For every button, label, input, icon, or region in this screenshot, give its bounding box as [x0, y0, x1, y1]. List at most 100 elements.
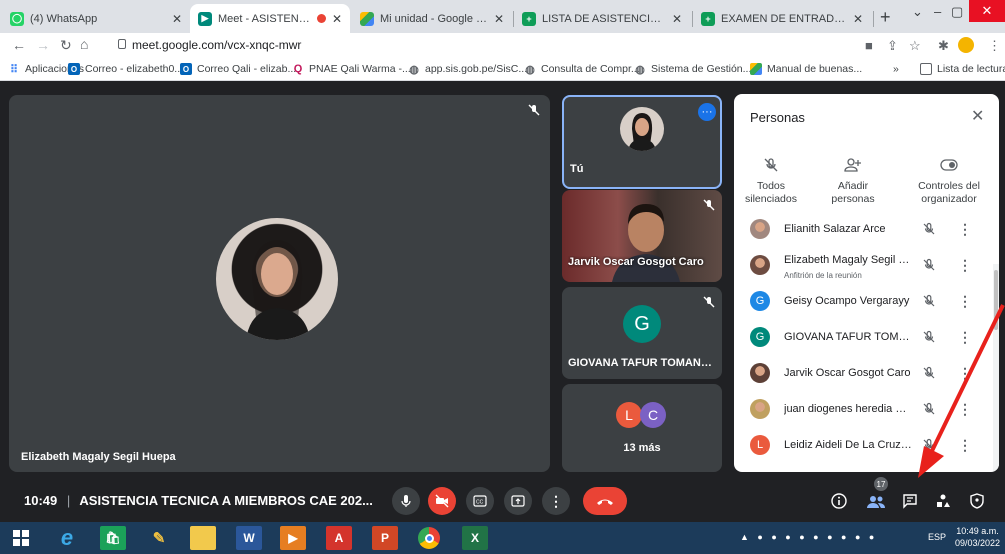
- mic-off-icon[interactable]: [922, 222, 936, 236]
- captions-button[interactable]: CC: [466, 487, 494, 515]
- close-icon[interactable]: ✕: [172, 12, 182, 26]
- tab-whatsapp[interactable]: ◯ (4) WhatsApp ✕: [2, 4, 190, 33]
- minimize-button[interactable]: –: [934, 4, 941, 19]
- maximize-button[interactable]: ▢: [951, 4, 963, 20]
- participant-row[interactable]: Elianith Salazar Arce ⋮: [734, 212, 993, 248]
- participant-row[interactable]: juan diogenes heredia m... ⋮: [734, 392, 993, 428]
- new-tab-button[interactable]: +: [880, 7, 891, 28]
- self-tile-options-button[interactable]: ···: [698, 103, 716, 121]
- system-clock[interactable]: 10:49 a.m. 09/03/2022: [955, 525, 1000, 549]
- bookmarks-bar: ⠿ Aplicaciones O Correo - elizabeth0... …: [0, 59, 1005, 81]
- back-icon[interactable]: ←: [12, 37, 26, 53]
- tab-drive[interactable]: Mi unidad - Google Drive ✕: [352, 4, 512, 33]
- more-options-button[interactable]: ⋮: [542, 487, 570, 515]
- forward-icon[interactable]: →: [36, 37, 50, 53]
- bookmark-star-icon[interactable]: ☆: [909, 38, 921, 54]
- main-video-tile[interactable]: Elizabeth Magaly Segil Huepa: [9, 95, 550, 472]
- more-participants-tile[interactable]: L C 13 más: [562, 384, 722, 472]
- bookmark-sistema[interactable]: ◍ Sistema de Gestión...: [634, 63, 751, 76]
- bookmark-label: Manual de buenas...: [767, 63, 863, 75]
- participant-more-icon[interactable]: ⋮: [958, 329, 972, 346]
- participant-more-icon[interactable]: ⋮: [958, 221, 972, 238]
- reading-list-button[interactable]: Lista de lectura: [920, 63, 1005, 75]
- meeting-details-button[interactable]: [829, 491, 849, 511]
- extensions-icon[interactable]: ✱: [938, 38, 949, 54]
- share-icon[interactable]: ⇪: [887, 38, 898, 54]
- bookmark-correo-1[interactable]: O Correo - elizabeth0...: [68, 63, 183, 75]
- participant-more-icon[interactable]: ⋮: [958, 257, 972, 274]
- bookmark-manual[interactable]: Manual de buenas...: [750, 63, 862, 75]
- profile-avatar[interactable]: [958, 37, 974, 53]
- powerpoint-icon[interactable]: P: [372, 526, 398, 550]
- chat-button[interactable]: [900, 491, 920, 511]
- store-icon[interactable]: 🛍: [100, 526, 126, 550]
- video-tile-jarvik[interactable]: Jarvik Oscar Gosgot Caro: [562, 190, 722, 282]
- more-bookmarks-button[interactable]: »: [893, 63, 899, 75]
- close-icon[interactable]: ✕: [494, 12, 504, 26]
- host-controls-button[interactable]: [967, 491, 987, 511]
- acrobat-icon[interactable]: A: [326, 526, 352, 550]
- reload-icon[interactable]: ↻: [60, 37, 72, 54]
- participant-more-icon[interactable]: ⋮: [958, 293, 972, 310]
- close-icon[interactable]: ✕: [971, 106, 984, 126]
- video-tile-giovana[interactable]: G GIOVANA TAFUR TOMANG...: [562, 287, 722, 379]
- participant-row[interactable]: Elizabeth Magaly Segil Hu... Anfitrión de…: [734, 248, 993, 284]
- activities-icon: [937, 494, 950, 507]
- chrome-icon[interactable]: [418, 527, 440, 549]
- mic-button[interactable]: [392, 487, 420, 515]
- participant-more-icon[interactable]: ⋮: [958, 437, 972, 454]
- host-controls-control[interactable]: Controles del organizador: [904, 154, 994, 206]
- internet-explorer-icon[interactable]: e: [54, 525, 80, 550]
- self-video-tile[interactable]: ··· Tú: [562, 95, 722, 189]
- participant-row[interactable]: L Leidiz Aideli De La Cruz Cl... ⋮: [734, 428, 993, 464]
- mic-off-icon[interactable]: [922, 366, 936, 380]
- url-field[interactable]: meet.google.com/vcx-xnqc-mwr: [132, 38, 301, 52]
- tab-examen[interactable]: + EXAMEN DE ENTRADA (respue ✕: [693, 4, 871, 33]
- participant-row[interactable]: G GIOVANA TAFUR TOMAN... ⋮: [734, 320, 993, 356]
- windows-start-icon[interactable]: [8, 526, 34, 550]
- people-button[interactable]: [866, 491, 886, 511]
- mic-off-icon[interactable]: [922, 438, 936, 452]
- window-close-button[interactable]: ✕: [969, 0, 1005, 22]
- tab-search-icon[interactable]: ⌄: [912, 4, 923, 20]
- mic-off-icon[interactable]: [922, 258, 936, 272]
- participant-more-icon[interactable]: ⋮: [958, 365, 972, 382]
- present-button[interactable]: [504, 487, 532, 515]
- leave-call-button[interactable]: [583, 487, 627, 515]
- menu-dots-icon[interactable]: ⋮: [988, 38, 1001, 54]
- camera-icon[interactable]: ■: [865, 38, 873, 53]
- add-people-control[interactable]: Añadir personas: [818, 154, 888, 206]
- people-icon: [867, 496, 885, 508]
- mic-off-icon[interactable]: [922, 402, 936, 416]
- participant-row[interactable]: G Geisy Ocampo Vergarayy ⋮: [734, 284, 993, 320]
- language-indicator[interactable]: ESP: [928, 532, 946, 542]
- excel-icon[interactable]: X: [462, 526, 488, 550]
- bookmark-consulta[interactable]: ◍ Consulta de Compr...: [524, 63, 639, 76]
- file-explorer-icon[interactable]: [190, 526, 216, 550]
- tray-icons[interactable]: ▲ ● ● ● ● ● ● ● ● ●: [740, 532, 877, 542]
- shield-icon: [970, 493, 984, 509]
- tile-name: Jarvik Oscar Gosgot Caro: [568, 256, 704, 268]
- bookmark-correo-qali[interactable]: O Correo Qali - elizab...: [180, 63, 296, 75]
- bookmark-pnae[interactable]: Q PNAE Qali Warma -...: [292, 63, 411, 75]
- word-icon[interactable]: W: [236, 526, 262, 550]
- bookmark-sis[interactable]: ◍ app.sis.gob.pe/SisC...: [408, 63, 527, 76]
- participant-more-icon[interactable]: ⋮: [958, 401, 972, 418]
- captions-icon: CC: [473, 495, 487, 507]
- activities-button[interactable]: [933, 491, 953, 511]
- close-icon[interactable]: ✕: [672, 12, 682, 26]
- camera-off-button[interactable]: [428, 487, 456, 515]
- meet-icon: ▶: [198, 11, 212, 26]
- people-scrollbar-thumb[interactable]: [994, 270, 998, 330]
- media-player-icon[interactable]: ▶: [280, 526, 306, 550]
- tab-lista[interactable]: + LISTA DE ASISTENCIA (respues ✕: [514, 4, 690, 33]
- close-icon[interactable]: ✕: [332, 12, 342, 26]
- mute-all-control[interactable]: Todos silenciados: [740, 154, 802, 206]
- home-icon[interactable]: ⌂: [80, 36, 88, 52]
- participant-row[interactable]: Jarvik Oscar Gosgot Caro ⋮: [734, 356, 993, 392]
- mic-off-icon[interactable]: [922, 294, 936, 308]
- mic-off-icon[interactable]: [922, 330, 936, 344]
- close-icon[interactable]: ✕: [853, 12, 863, 26]
- paint-icon[interactable]: ✎: [146, 526, 172, 550]
- tab-meet[interactable]: ▶ Meet - ASISTENCIA TECNI ✕: [190, 4, 350, 33]
